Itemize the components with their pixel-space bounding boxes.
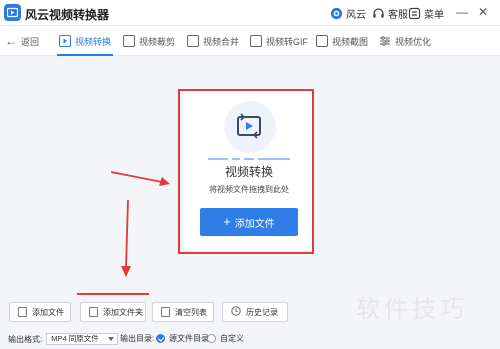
clear-list-label: 清空列表 — [175, 307, 207, 317]
clear-list-button[interactable]: 清空列表 — [152, 302, 214, 322]
radio-checked-icon — [156, 334, 165, 343]
dir-option-custom[interactable]: 自定义 — [207, 333, 244, 344]
dir-option-source-label: 源文件目录 — [169, 334, 209, 343]
dir-option-custom-label: 自定义 — [220, 334, 244, 343]
radio-unchecked-icon — [207, 334, 216, 343]
add-folder-label: 添加文件夹 — [103, 307, 143, 317]
trash-icon — [161, 307, 170, 317]
watermark-text: 软件技巧 — [356, 295, 468, 323]
file-add-icon — [18, 307, 27, 317]
output-format-label: 输出格式: — [8, 334, 43, 344]
history-label: 历史记录 — [246, 307, 278, 317]
add-folder-button[interactable]: 添加文件夹 — [80, 302, 146, 322]
history-button[interactable]: 历史记录 — [222, 302, 288, 322]
folder-add-icon — [89, 307, 98, 317]
add-file-button-bottom[interactable]: 添加文件 — [9, 302, 71, 322]
add-file-label: 添加文件 — [32, 307, 64, 317]
status-bar: 输出格式: MP4 同原文件 输出目录: 源文件目录 自定义 — [0, 329, 500, 349]
dir-option-source[interactable]: 源文件目录 — [156, 333, 209, 344]
clock-icon — [231, 306, 241, 318]
output-dir-label: 输出目录: — [120, 334, 155, 343]
output-format-select[interactable]: MP4 同原文件 — [46, 333, 119, 345]
